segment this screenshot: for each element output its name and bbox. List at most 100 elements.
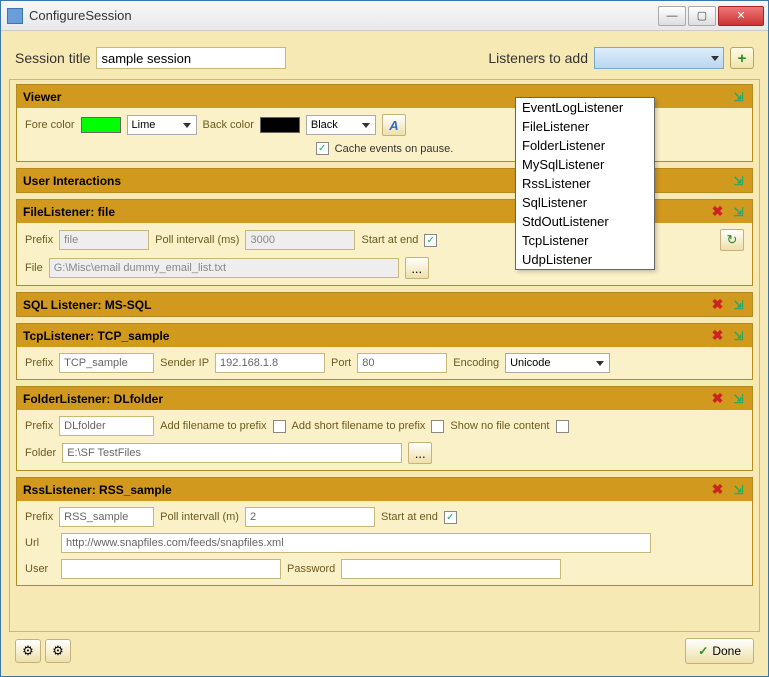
listeners-combobox[interactable]	[594, 47, 724, 69]
file-start-label: Start at end	[361, 234, 418, 246]
folder-addsfn-checkbox[interactable]	[431, 420, 444, 433]
rsslistener-header[interactable]: RssListener: RSS_sample✖⇲	[17, 478, 752, 501]
file-start-checkbox[interactable]: ✓	[424, 234, 437, 247]
file-path-input[interactable]	[49, 258, 399, 278]
sqllistener-panel: SQL Listener: MS-SQL✖⇲	[16, 292, 753, 317]
refresh-icon: ↻	[727, 232, 738, 248]
app-icon	[7, 8, 23, 24]
file-prefix-input[interactable]	[59, 230, 149, 250]
expand-icon[interactable]: ⇲	[731, 173, 746, 188]
listeners-dropdown-list[interactable]: EventLogListenerFileListenerFolderListen…	[515, 97, 655, 270]
titlebar[interactable]: ConfigureSession — ▢ ✕	[1, 1, 768, 31]
rss-pwd-label: Password	[287, 563, 335, 575]
chevron-down-icon	[362, 123, 370, 128]
backcolor-swatch	[260, 117, 300, 133]
file-refresh-button[interactable]: ↻	[720, 229, 744, 251]
settings-alt-button[interactable]: ⚙	[45, 639, 71, 663]
folder-browse-button[interactable]: ...	[408, 442, 432, 464]
rss-prefix-input[interactable]	[59, 507, 154, 527]
file-poll-input[interactable]	[245, 230, 355, 250]
file-poll-label: Poll intervall (ms)	[155, 234, 239, 246]
viewer-header-label: Viewer	[23, 90, 61, 104]
rss-start-label: Start at end	[381, 511, 438, 523]
dropdown-item[interactable]: TcpListener	[516, 231, 654, 250]
tcp-port-label: Port	[331, 357, 351, 369]
tcp-encoding-select[interactable]: Unicode	[505, 353, 610, 373]
collapse-icon[interactable]: ⇲	[731, 89, 746, 104]
tcplistener-header[interactable]: TcpListener: TCP_sample ✖ ⇲	[17, 324, 752, 347]
dropdown-item[interactable]: FolderListener	[516, 136, 654, 155]
cache-label: Cache events on pause.	[335, 143, 454, 155]
close-button[interactable]: ✕	[718, 6, 764, 26]
sqllistener-header[interactable]: SQL Listener: MS-SQL✖⇲	[17, 293, 752, 316]
chevron-down-icon	[596, 361, 604, 366]
rss-poll-input[interactable]	[245, 507, 375, 527]
cache-checkbox[interactable]: ✓	[316, 142, 329, 155]
dropdown-item[interactable]: RssListener	[516, 174, 654, 193]
tcplistener-header-label: TcpListener: TCP_sample	[23, 329, 169, 343]
folderlistener-header-label: FolderListener: DLfolder	[23, 392, 163, 406]
add-listener-button[interactable]: +	[730, 47, 754, 69]
tcp-prefix-label: Prefix	[25, 357, 53, 369]
backcolor-label: Back color	[203, 119, 254, 131]
footer: ⚙ ⚙ ✓Done	[9, 632, 760, 668]
rss-start-checkbox[interactable]: ✓	[444, 511, 457, 524]
rss-url-label: Url	[25, 537, 55, 549]
tcp-port-input[interactable]	[357, 353, 447, 373]
session-title-input[interactable]	[96, 47, 286, 69]
backcolor-select[interactable]: Black	[306, 115, 376, 135]
gear-icon: ⚙	[52, 643, 64, 659]
dropdown-item[interactable]: StdOutListener	[516, 212, 654, 231]
delete-icon[interactable]: ✖	[710, 391, 725, 406]
delete-icon[interactable]: ✖	[710, 204, 725, 219]
collapse-icon[interactable]: ⇲	[731, 328, 746, 343]
tcplistener-panel: TcpListener: TCP_sample ✖ ⇲ Prefix Sender …	[16, 323, 753, 380]
dropdown-item[interactable]: UdpListener	[516, 250, 654, 269]
font-button[interactable]: A	[382, 114, 406, 136]
settings-button[interactable]: ⚙	[15, 639, 41, 663]
folder-noshow-checkbox[interactable]	[556, 420, 569, 433]
collapse-icon[interactable]: ⇲	[731, 391, 746, 406]
collapse-icon[interactable]: ⇲	[731, 204, 746, 219]
file-file-label: File	[25, 262, 43, 274]
tcp-sender-input[interactable]	[215, 353, 325, 373]
tcp-prefix-input[interactable]	[59, 353, 154, 373]
folder-prefix-input[interactable]	[59, 416, 154, 436]
top-row: Session title Listeners to add +	[9, 39, 760, 79]
chevron-down-icon	[711, 56, 719, 61]
folder-addfn-checkbox[interactable]	[273, 420, 286, 433]
session-title-label: Session title	[15, 50, 90, 66]
dropdown-item[interactable]: EventLogListener	[516, 98, 654, 117]
font-icon: A	[389, 118, 398, 133]
rss-prefix-label: Prefix	[25, 511, 53, 523]
dropdown-item[interactable]: SqlListener	[516, 193, 654, 212]
folderlistener-header[interactable]: FolderListener: DLfolder ✖ ⇲	[17, 387, 752, 410]
file-prefix-label: Prefix	[25, 234, 53, 246]
rsslistener-panel: RssListener: RSS_sample✖⇲ Prefix Poll in…	[16, 477, 753, 586]
minimize-button[interactable]: —	[658, 6, 686, 26]
forecolor-select[interactable]: Lime	[127, 115, 197, 135]
rss-password-input[interactable]	[341, 559, 561, 579]
delete-icon[interactable]: ✖	[710, 297, 725, 312]
ellipsis-icon: ...	[415, 446, 426, 461]
rss-user-label: User	[25, 563, 55, 575]
dropdown-item[interactable]: FileListener	[516, 117, 654, 136]
chevron-down-icon	[183, 123, 191, 128]
expand-icon[interactable]: ⇲	[731, 297, 746, 312]
done-button[interactable]: ✓Done	[685, 638, 754, 664]
listeners-label: Listeners to add	[488, 50, 588, 66]
maximize-button[interactable]: ▢	[688, 6, 716, 26]
folder-folder-label: Folder	[25, 447, 56, 459]
file-browse-button[interactable]: ...	[405, 257, 429, 279]
delete-icon[interactable]: ✖	[710, 328, 725, 343]
configure-session-window: ConfigureSession — ▢ ✕ Session title Lis…	[0, 0, 769, 677]
forecolor-swatch	[81, 117, 121, 133]
rss-user-input[interactable]	[61, 559, 281, 579]
tcp-sender-label: Sender IP	[160, 357, 209, 369]
collapse-icon[interactable]: ⇲	[731, 482, 746, 497]
forecolor-label: Fore color	[25, 119, 75, 131]
delete-icon[interactable]: ✖	[710, 482, 725, 497]
rss-url-input[interactable]	[61, 533, 651, 553]
dropdown-item[interactable]: MySqlListener	[516, 155, 654, 174]
folder-path-input[interactable]	[62, 443, 402, 463]
